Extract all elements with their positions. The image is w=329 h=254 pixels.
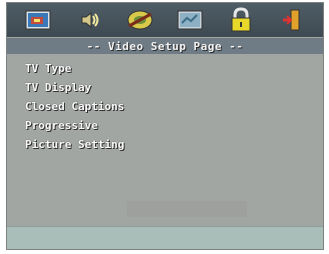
menu-item-tv-display[interactable]: TV Display	[25, 78, 225, 97]
page-title: -- Video Setup Page --	[86, 39, 244, 53]
menu-item-closed-captions[interactable]: Closed Captions	[25, 97, 225, 116]
preference-tab[interactable]	[173, 6, 207, 34]
footer-bar	[7, 226, 323, 249]
audio-setup-icon	[76, 9, 102, 31]
faint-overlay	[127, 201, 247, 217]
video-setup-menu: TV Type TV Display Closed Captions Progr…	[25, 59, 225, 154]
video-setup-icon	[126, 8, 154, 32]
menu-item-progressive[interactable]: Progressive	[25, 116, 225, 135]
exit-icon	[281, 8, 303, 32]
general-setup-icon	[25, 9, 51, 31]
setup-icon-bar	[7, 3, 323, 37]
video-setup-tab[interactable]	[123, 6, 157, 34]
password-setup-tab[interactable]	[224, 6, 258, 34]
general-setup-tab[interactable]	[21, 6, 55, 34]
osd-screen: -- Video Setup Page -- TV Type TV Displa…	[6, 2, 324, 250]
menu-item-tv-type[interactable]: TV Type	[25, 59, 225, 78]
audio-setup-tab[interactable]	[72, 6, 106, 34]
exit-setup-tab[interactable]	[275, 6, 309, 34]
preference-icon	[177, 9, 203, 31]
page-title-bar: -- Video Setup Page --	[7, 38, 323, 54]
menu-item-picture-setting[interactable]: Picture Setting	[25, 135, 225, 154]
password-lock-icon	[229, 7, 253, 33]
